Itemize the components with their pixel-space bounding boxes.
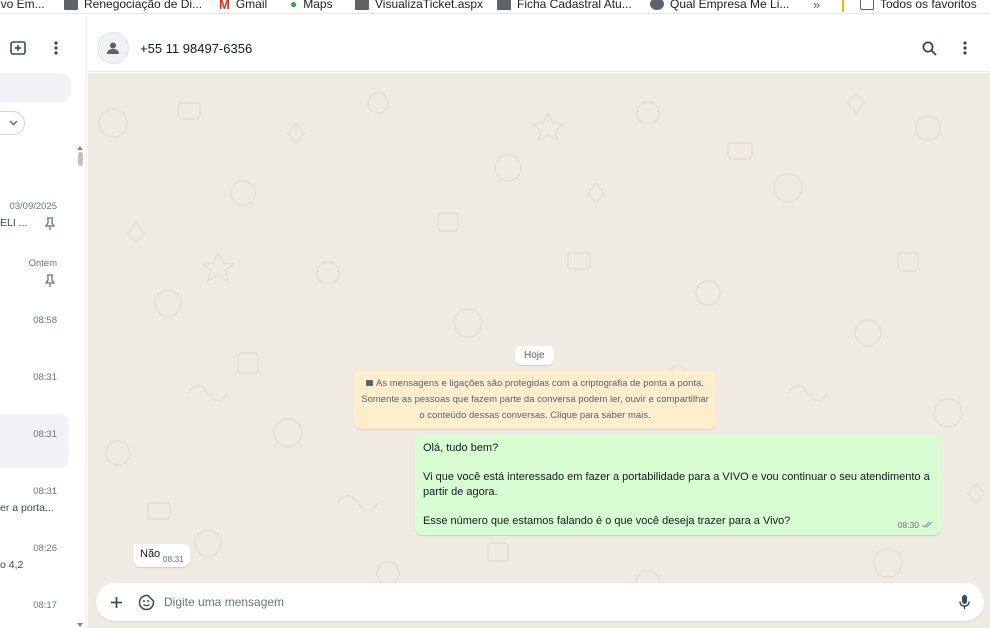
bookmark-item[interactable]: Renegociação de Di... [64, 0, 202, 12]
filter-dropdown[interactable] [0, 111, 25, 135]
chat-list-item[interactable]: 08:31 [0, 361, 68, 417]
bookmark-label: Maps [303, 0, 333, 11]
lock-icon [366, 380, 374, 386]
voice-message-button[interactable] [956, 593, 972, 611]
maps-icon: ● [290, 0, 298, 11]
chat-time: 08:58 [33, 315, 57, 326]
bookmark-label: Ficha Cadastral Atu... [517, 0, 632, 11]
chevron-down-icon [9, 120, 18, 126]
all-favorites-button[interactable]: Todos os favoritos [860, 0, 977, 12]
contact-avatar[interactable] [97, 32, 129, 64]
bookmarks-more-button[interactable]: » [813, 0, 820, 12]
bookmarks-bar: ivo Em... Renegociação de Di... M Gmail … [0, 0, 990, 14]
new-chat-icon [10, 40, 26, 55]
bookmarks-separator [842, 0, 844, 12]
bookmark-label: Gmail [235, 0, 268, 11]
scroll-down-arrow[interactable] [77, 623, 83, 627]
chat-snippet: er a porta... [0, 502, 54, 514]
folder-outline-icon [860, 0, 874, 10]
sticker-smiley-icon [138, 594, 154, 610]
bookmark-item[interactable]: Qual Empresa Me Li... [650, 0, 789, 12]
message-text: partir de agora. [423, 485, 498, 498]
double-check-icon [922, 521, 932, 528]
sidebar-search-box[interactable] [0, 73, 71, 102]
bookmark-label: ivo Em... [0, 0, 45, 11]
chat-list-item[interactable]: 08:17 [0, 589, 68, 628]
conversation-panel: +55 11 98497-6356 Hoje As mensagens e li… [88, 15, 990, 628]
bookmark-item[interactable]: ivo Em... [0, 0, 45, 12]
chat-time: 08:26 [33, 543, 57, 554]
message-time: 08:30 [897, 519, 919, 530]
bookmark-maps[interactable]: ● Maps [290, 0, 333, 12]
encryption-notice[interactable]: As mensagens e ligações são protegidas c… [354, 371, 716, 429]
chevron-right-icon: » [813, 0, 821, 12]
chat-time: Ontem [28, 258, 57, 269]
message-text: Esse número que estamos falando é o que … [423, 514, 791, 527]
chat-time: 08:17 [33, 600, 57, 611]
message-text: Vi que você está interessado em fazer a … [423, 471, 930, 483]
bookmark-item[interactable]: VisualizaTicket.aspx [355, 0, 483, 12]
new-chat-button[interactable] [9, 39, 27, 57]
scroll-up-arrow[interactable] [77, 146, 83, 150]
microphone-icon [958, 595, 970, 609]
pin-icon [45, 217, 55, 230]
chat-list-item-active[interactable]: 08:31 [0, 414, 68, 468]
sidebar-menu-button[interactable] [48, 39, 64, 57]
bookmark-gmail[interactable]: M Gmail [219, 0, 267, 12]
chat-list-item[interactable]: 08:31 er a porta... [0, 475, 68, 531]
attach-button[interactable] [108, 594, 124, 610]
search-icon [922, 41, 937, 56]
message-text: Olá, tudo bem? [423, 442, 499, 454]
message-time: 08:31 [162, 554, 184, 564]
bookmark-label: Renegociação de Di... [84, 0, 203, 11]
folder-icon [355, 0, 369, 10]
sidebar-scrollbar-thumb[interactable] [78, 152, 83, 166]
message-composer [96, 583, 984, 621]
chat-list-item[interactable]: 08:58 [0, 304, 68, 360]
search-chat-button[interactable] [920, 39, 938, 57]
chat-list-item[interactable]: Ontem [0, 247, 68, 303]
chat-time: 08:31 [33, 486, 57, 497]
all-favorites-label: Todos os favoritos [880, 0, 977, 11]
encryption-text: o conteúdo dessas conversas. Clique para… [419, 410, 651, 421]
message-input[interactable] [164, 592, 924, 612]
pin-icon [45, 274, 55, 287]
folder-icon [64, 0, 78, 10]
chat-snippet: ELI ... [0, 217, 28, 229]
bookmark-label: Qual Empresa Me Li... [670, 0, 790, 11]
chat-menu-button[interactable] [958, 39, 972, 57]
emoji-sticker-button[interactable] [137, 593, 155, 611]
message-area[interactable]: Hoje As mensagens e ligações são protegi… [88, 73, 990, 628]
date-divider: Hoje [515, 346, 554, 365]
chat-list-sidebar: 03/09/2025 ELI ... Ontem 08:58 08:31 08:… [0, 15, 87, 628]
encryption-text: Somente as pessoas que fazem parte da co… [361, 394, 709, 405]
kebab-menu-icon [963, 41, 967, 55]
bookmark-label: VisualizaTicket.aspx [375, 0, 484, 11]
bookmark-item[interactable]: Ficha Cadastral Atu... [497, 0, 632, 12]
chat-time: 08:31 [33, 429, 57, 440]
chat-time: 03/09/2025 [9, 201, 57, 212]
contact-name[interactable]: +55 11 98497-6356 [140, 41, 252, 56]
site-icon [650, 0, 664, 10]
message-meta: 08:30 [898, 518, 933, 533]
chat-header: +55 11 98497-6356 [88, 15, 990, 72]
incoming-message[interactable]: Não 08:31 [133, 544, 190, 567]
message-text: Não [140, 548, 161, 560]
chat-list-item[interactable]: 08:26 o 4,2 [0, 532, 68, 588]
outgoing-message[interactable]: Olá, tudo bem? Vi que você está interess… [415, 435, 941, 535]
chat-snippet: o 4,2 [0, 559, 24, 571]
chat-time: 08:31 [33, 372, 57, 383]
plus-icon [110, 596, 122, 608]
chat-list-item[interactable]: 03/09/2025 ELI ... [0, 190, 68, 246]
encryption-text: As mensagens e ligações são protegidas c… [376, 378, 704, 389]
gmail-icon: M [219, 0, 230, 12]
kebab-menu-icon [54, 41, 58, 55]
folder-icon [497, 0, 511, 10]
default-avatar-icon [107, 42, 119, 54]
